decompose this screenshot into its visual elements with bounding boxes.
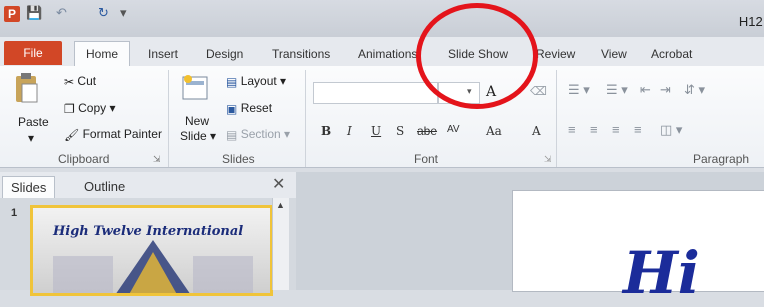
tab-home[interactable]: Home [74, 41, 131, 67]
shadow-button[interactable]: S [396, 124, 404, 138]
cut-label: Cut [77, 74, 97, 88]
tab-insert[interactable]: Insert [148, 45, 178, 66]
clear-formatting-icon[interactable]: ⌫ [530, 84, 547, 98]
slide-title-text[interactable]: Hi [623, 239, 700, 307]
divider [305, 70, 306, 167]
bullets-icon[interactable]: ☰ ▾ [568, 82, 590, 98]
customize-qat-icon[interactable]: ▾ [120, 5, 127, 21]
align-center-icon[interactable]: ≡ [590, 122, 598, 137]
section-label: Section [240, 127, 281, 141]
increase-indent-icon[interactable]: ⇥ [660, 82, 671, 98]
font-color-button[interactable]: A [532, 124, 541, 138]
format-painter-button[interactable]: 🖌 Format Painter [64, 127, 162, 142]
thumbnail-title: High Twelve International [53, 224, 244, 239]
format-painter-label: Format Painter [82, 127, 162, 141]
scissors-icon: ✂ [64, 74, 75, 89]
paste-icon[interactable] [14, 72, 40, 109]
pane-scrollbar[interactable]: ▲ [272, 198, 289, 290]
copy-button[interactable]: ❐ Copy ▾ [64, 101, 115, 116]
paste-dropdown-icon[interactable]: ▾ [28, 131, 34, 145]
tab-review[interactable]: Review [536, 45, 575, 66]
justify-icon[interactable]: ≡ [634, 122, 642, 137]
reset-button[interactable]: ▣ Reset [226, 101, 272, 116]
annotation-circle [416, 3, 538, 109]
tab-view[interactable]: View [601, 45, 627, 66]
tab-animations[interactable]: Animations [358, 45, 417, 66]
tab-acrobat[interactable]: Acrobat [651, 45, 692, 66]
tab-design[interactable]: Design [206, 45, 243, 66]
layout-label: Layout [240, 74, 277, 88]
reset-icon: ▣ [226, 101, 238, 116]
slides-pane-header: Slides Outline ✕ [0, 172, 296, 199]
window-title: H12 I [738, 14, 764, 29]
copy-icon: ❐ [64, 101, 75, 116]
section-icon: ▤ [226, 127, 238, 142]
line-spacing-icon[interactable]: ⇵ ▾ [684, 82, 705, 98]
numbering-icon[interactable]: ☰ ▾ [606, 82, 628, 98]
font-group-label: Font [414, 152, 439, 166]
divider [168, 70, 169, 167]
slide-thumbnail[interactable]: High Twelve International [30, 205, 273, 296]
emblem-icon [53, 240, 253, 293]
font-name-input[interactable] [313, 82, 438, 104]
clipboard-group-label: Clipboard [58, 152, 110, 166]
divider [556, 70, 557, 167]
character-spacing-button[interactable]: AV [447, 124, 460, 135]
bold-button[interactable]: B [321, 124, 331, 138]
slide-number: 1 [11, 207, 18, 219]
layout-icon: ▤ [226, 74, 238, 89]
underline-button[interactable]: U [371, 124, 381, 138]
strikethrough-button[interactable]: abe [417, 124, 437, 138]
undo-icon[interactable]: ↶ [56, 5, 67, 21]
tab-transitions[interactable]: Transitions [272, 45, 330, 66]
new-slide-icon[interactable] [182, 73, 208, 106]
slide-canvas[interactable]: Hi [512, 190, 764, 307]
layout-button[interactable]: ▤ Layout ▾ [226, 74, 286, 89]
italic-button[interactable]: I [347, 124, 352, 138]
change-case-button[interactable]: Aa [486, 124, 502, 138]
new-slide-label-2: Slide [180, 129, 207, 143]
tab-outline-pane[interactable]: Outline [76, 176, 133, 198]
new-slide-button[interactable]: Slide ▾ [180, 129, 216, 143]
tab-file[interactable]: File [4, 41, 62, 65]
tab-slides-pane[interactable]: Slides [2, 176, 56, 199]
paste-button[interactable]: Paste [18, 115, 49, 129]
title-bar: P 💾 ↶ ↻ ▾ H12 I [0, 0, 764, 37]
paragraph-group-label: Paragraph [693, 152, 750, 166]
redo-icon[interactable]: ↻ [98, 5, 109, 21]
close-pane-icon[interactable]: ✕ [272, 174, 285, 194]
cut-button[interactable]: ✂ Cut [64, 74, 96, 89]
powerpoint-logo-icon: P [4, 6, 20, 22]
new-slide-label-1[interactable]: New [185, 114, 209, 128]
columns-icon[interactable]: ◫ ▾ [660, 122, 682, 138]
reset-label: Reset [240, 101, 273, 115]
align-left-icon[interactable]: ≡ [568, 122, 576, 137]
brush-icon: 🖌 [64, 127, 80, 142]
clipboard-launcher-icon[interactable]: ⇲ [153, 154, 161, 165]
align-right-icon[interactable]: ≡ [612, 122, 620, 137]
save-icon[interactable]: 💾 [26, 5, 42, 21]
section-button[interactable]: ▤ Section ▾ [226, 127, 290, 142]
font-launcher-icon[interactable]: ⇲ [544, 154, 552, 165]
decrease-indent-icon[interactable]: ⇤ [640, 82, 651, 98]
slides-group-label: Slides [222, 152, 255, 166]
copy-label: Copy [78, 101, 107, 115]
ribbon-tabs: File Home Insert Design Transitions Anim… [0, 37, 764, 67]
scroll-up-icon[interactable]: ▲ [276, 200, 285, 210]
